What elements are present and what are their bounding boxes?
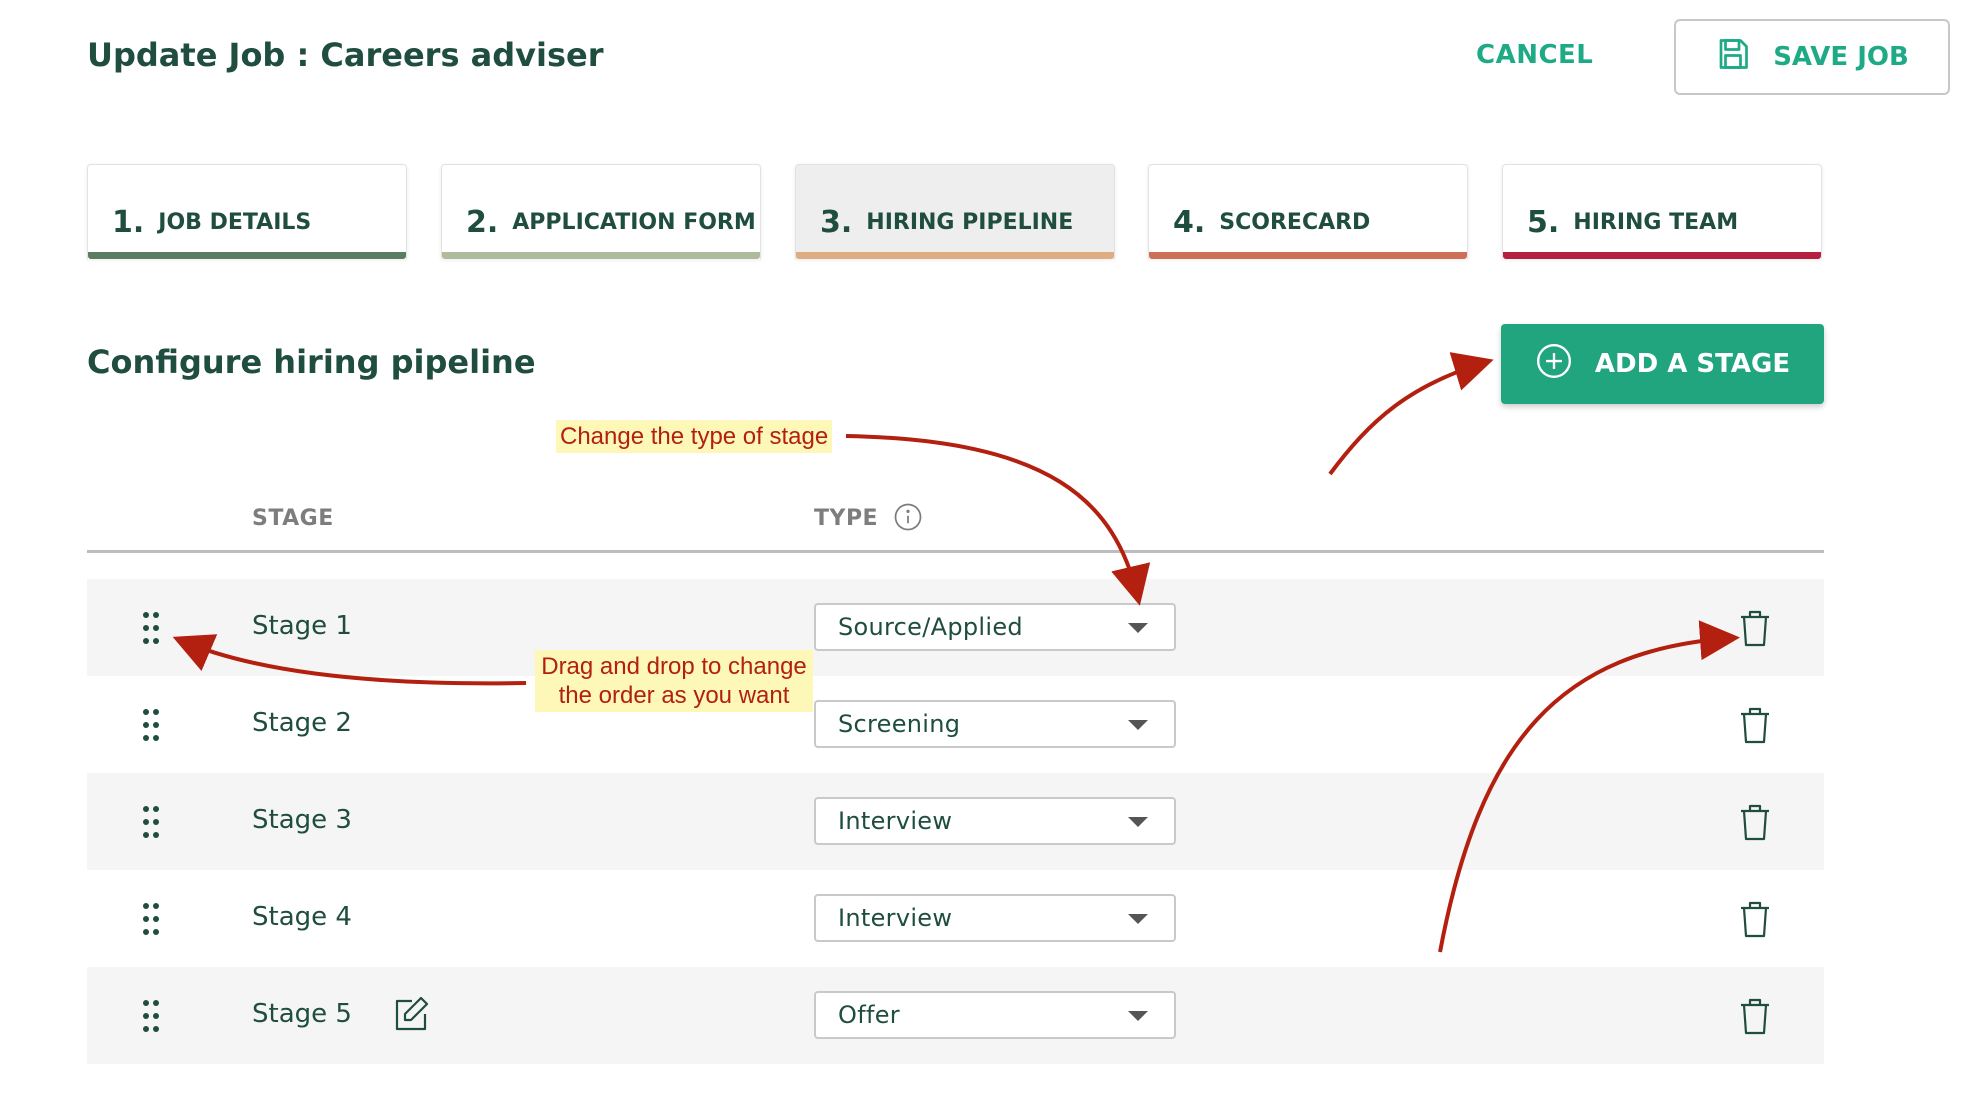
- info-icon[interactable]: [893, 502, 923, 536]
- column-header-stage: STAGE: [252, 506, 334, 531]
- table-row: Stage 1 Source/Applied: [87, 579, 1824, 676]
- arrow-to-type-select: [845, 434, 1151, 606]
- tab-scorecard[interactable]: 4. SCORECARD: [1148, 164, 1468, 259]
- drag-handle-icon[interactable]: [142, 805, 162, 839]
- table-row: Stage 3 Interview: [87, 773, 1824, 870]
- trash-icon[interactable]: [1738, 900, 1772, 938]
- annotation-change-type: Change the type of stage: [556, 420, 833, 453]
- stage-name: Stage 1: [252, 611, 352, 641]
- add-stage-label: ADD A STAGE: [1594, 349, 1791, 379]
- tab-application-form[interactable]: 2. APPLICATION FORM: [441, 164, 761, 259]
- stage-type-select[interactable]: Offer: [814, 991, 1176, 1039]
- drag-handle-icon[interactable]: [142, 708, 162, 742]
- annotation-line: Drag and drop to change: [541, 653, 807, 680]
- trash-icon[interactable]: [1738, 609, 1772, 647]
- caret-down-icon: [1128, 1011, 1148, 1021]
- tab-indicator: [442, 252, 760, 259]
- arrow-to-add-stage: [1328, 352, 1494, 476]
- tab-hiring-pipeline[interactable]: 3. HIRING PIPELINE: [795, 164, 1115, 259]
- table-row: Stage 2 Screening: [87, 676, 1824, 773]
- tab-hiring-team[interactable]: 5. HIRING TEAM: [1502, 164, 1822, 259]
- cancel-button[interactable]: CANCEL: [1476, 40, 1593, 70]
- table-header-divider: [87, 550, 1824, 553]
- tab-label: HIRING PIPELINE: [866, 209, 1074, 235]
- tab-indicator: [88, 252, 406, 259]
- stage-name: Stage 2: [252, 708, 352, 738]
- floppy-disk-icon: [1715, 36, 1751, 79]
- stage-name: Stage 5: [252, 999, 352, 1029]
- stage-type-value: Interview: [838, 904, 953, 932]
- drag-handle-icon[interactable]: [142, 999, 162, 1033]
- tab-label: APPLICATION FORM: [512, 209, 756, 235]
- annotation-drag-drop: Drag and drop to change the order as you…: [535, 650, 813, 712]
- column-header-type: TYPE: [814, 506, 879, 531]
- tab-number: 2.: [466, 204, 499, 240]
- caret-down-icon: [1128, 623, 1148, 633]
- stage-type-value: Screening: [838, 710, 961, 738]
- page-title: Update Job : Careers adviser: [87, 36, 604, 74]
- caret-down-icon: [1128, 817, 1148, 827]
- stage-type-select[interactable]: Source/Applied: [814, 603, 1176, 651]
- stage-type-value: Interview: [838, 807, 953, 835]
- stage-name: Stage 3: [252, 805, 352, 835]
- stage-type-value: Source/Applied: [838, 613, 1023, 641]
- stage-type-select[interactable]: Screening: [814, 700, 1176, 748]
- caret-down-icon: [1128, 914, 1148, 924]
- tab-label: JOB DETAILS: [158, 209, 312, 235]
- stage-name: Stage 4: [252, 902, 352, 932]
- edit-icon[interactable]: [392, 995, 430, 1033]
- stage-type-select[interactable]: Interview: [814, 797, 1176, 845]
- tab-label: SCORECARD: [1219, 209, 1371, 235]
- trash-icon[interactable]: [1738, 706, 1772, 744]
- drag-handle-icon[interactable]: [142, 611, 162, 645]
- plus-circle-icon: [1535, 342, 1573, 387]
- tab-number: 1.: [112, 204, 145, 240]
- tab-label: HIRING TEAM: [1573, 209, 1739, 235]
- stage-type-select[interactable]: Interview: [814, 894, 1176, 942]
- section-title: Configure hiring pipeline: [87, 343, 536, 381]
- tab-indicator: [1149, 252, 1467, 259]
- trash-icon[interactable]: [1738, 997, 1772, 1035]
- tab-indicator: [796, 252, 1114, 259]
- trash-icon[interactable]: [1738, 803, 1772, 841]
- annotation-line: the order as you want: [558, 682, 790, 709]
- tab-number: 4.: [1173, 204, 1206, 240]
- tab-number: 5.: [1527, 204, 1560, 240]
- drag-handle-icon[interactable]: [142, 902, 162, 936]
- table-row: Stage 4 Interview: [87, 870, 1824, 967]
- stage-type-value: Offer: [838, 1001, 900, 1029]
- caret-down-icon: [1128, 720, 1148, 730]
- tab-indicator: [1503, 252, 1821, 259]
- tab-number: 3.: [820, 204, 853, 240]
- tab-job-details[interactable]: 1. JOB DETAILS: [87, 164, 407, 259]
- save-job-label: SAVE JOB: [1773, 42, 1909, 72]
- save-job-button[interactable]: SAVE JOB: [1674, 19, 1950, 95]
- add-stage-button[interactable]: ADD A STAGE: [1501, 324, 1824, 404]
- table-row: Stage 5 Offer: [87, 967, 1824, 1064]
